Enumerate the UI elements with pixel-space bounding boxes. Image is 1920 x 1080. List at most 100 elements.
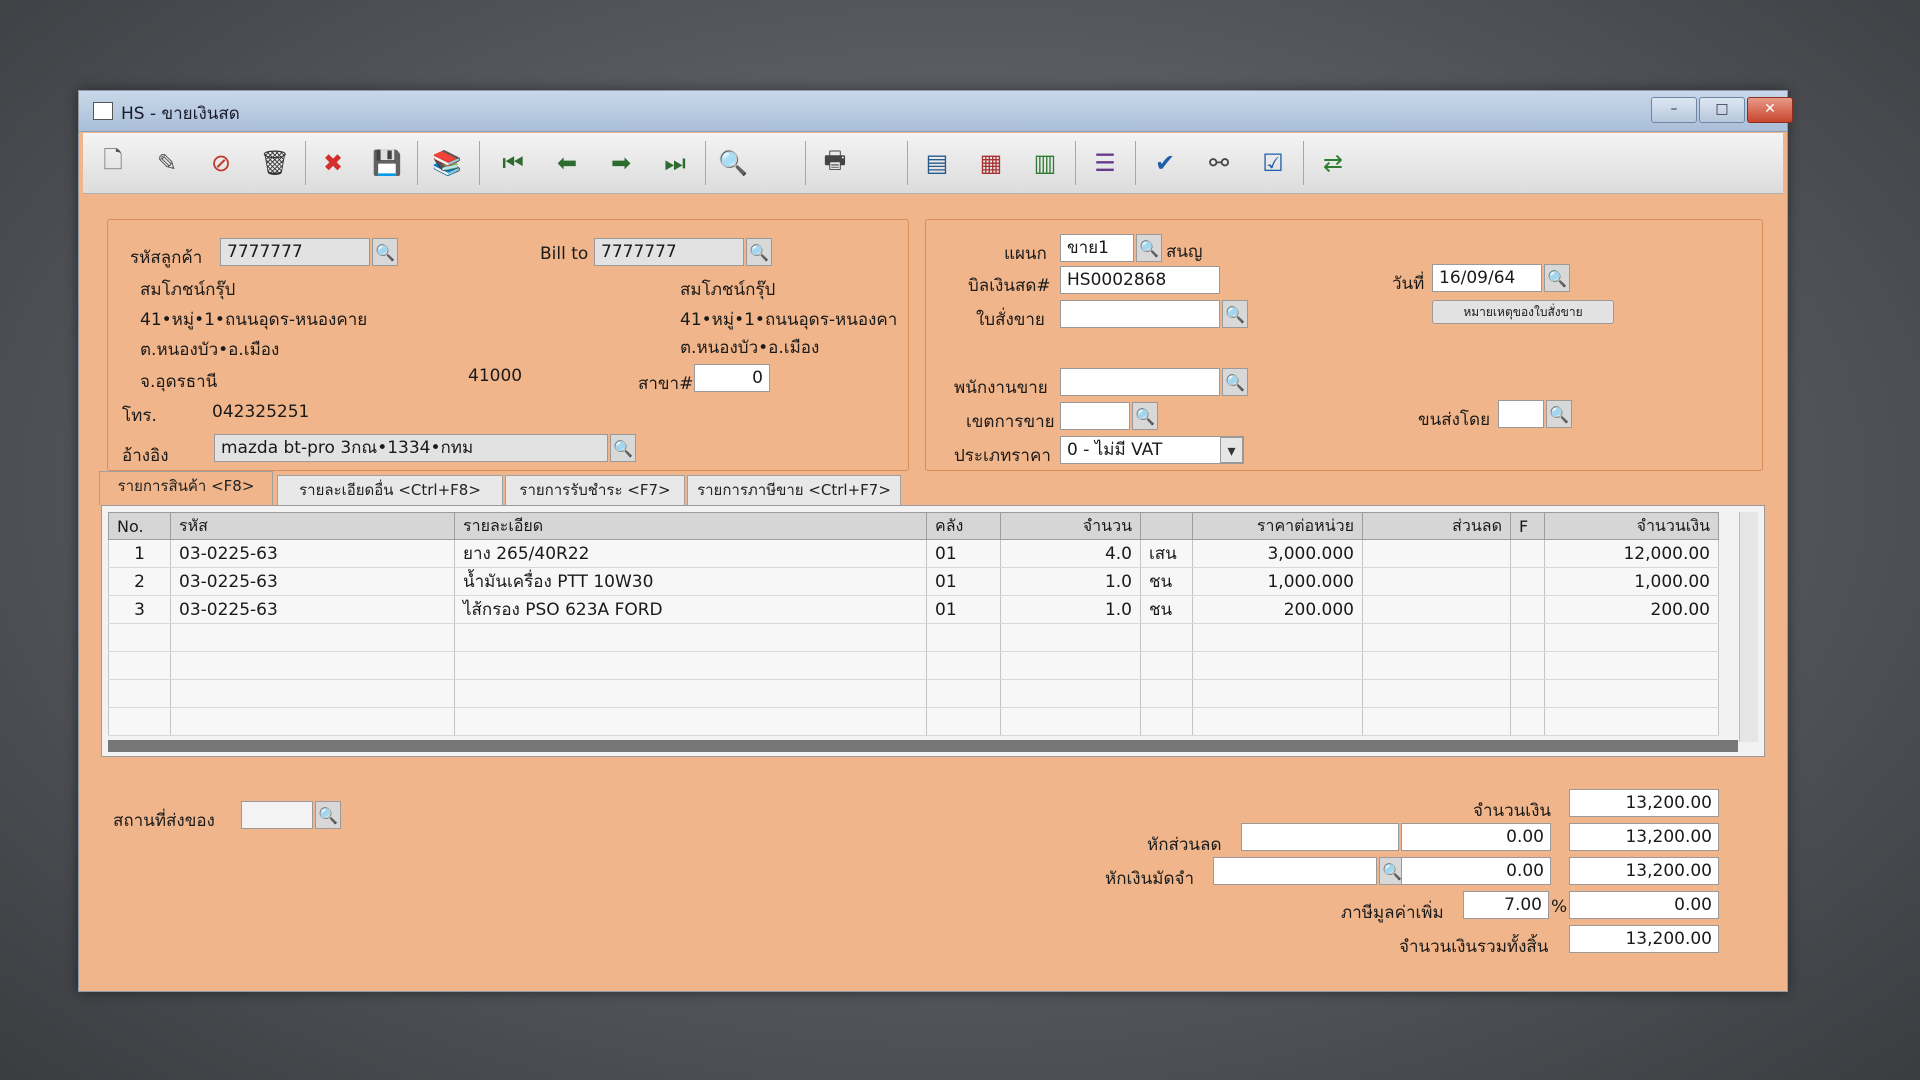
row-quantity[interactable]: 4.0 <box>1000 539 1141 568</box>
row-unit-price[interactable]: 1,000.000 <box>1192 567 1363 596</box>
first-record-icon[interactable]: ⏮ <box>493 143 533 183</box>
table-row[interactable]: 1 03-0225-63 ยาง 265/40R22 01 4.0 เสน 3,… <box>108 539 1719 568</box>
column-header-description[interactable]: รายละเอียด <box>454 512 927 540</box>
edit-icon[interactable]: ✎ <box>147 143 187 183</box>
date-picker-icon[interactable]: 🔍 <box>1544 264 1570 292</box>
department-search-icon[interactable]: 🔍 <box>1136 234 1162 262</box>
next-record-icon[interactable]: ➡ <box>601 143 641 183</box>
empty-row[interactable] <box>108 623 1719 652</box>
row-warehouse[interactable]: 01 <box>926 539 1001 568</box>
salesperson-field[interactable] <box>1060 368 1220 396</box>
ok-icon[interactable]: ☑ <box>1253 143 1293 183</box>
discount-amount-field[interactable]: 0.00 <box>1401 823 1551 851</box>
column-header-no[interactable]: No. <box>108 512 171 540</box>
row-description[interactable]: ยาง 265/40R22 <box>454 539 927 568</box>
delivery-place-search-icon[interactable]: 🔍 <box>315 801 341 829</box>
report-icon[interactable]: ☰ <box>1085 143 1125 183</box>
save-icon[interactable]: 💾 <box>367 143 407 183</box>
previous-record-icon[interactable]: ⬅ <box>547 143 587 183</box>
row-warehouse[interactable]: 01 <box>926 567 1001 596</box>
empty-row[interactable] <box>108 679 1719 708</box>
screen-icon[interactable]: ▤ <box>917 143 957 183</box>
row-description[interactable]: ไส้กรอง PSO 623A FORD <box>454 595 927 624</box>
column-header-unit-price[interactable]: ราคาต่อหน่วย <box>1192 512 1363 540</box>
chart-icon[interactable]: ▥ <box>1025 143 1065 183</box>
row-discount[interactable] <box>1362 539 1511 568</box>
link-icon[interactable]: ⚯ <box>1199 143 1239 183</box>
column-header-discount[interactable]: ส่วนลด <box>1362 512 1511 540</box>
grid-vertical-scrollbar[interactable] <box>1739 512 1758 742</box>
trash-icon[interactable]: 🗑 <box>255 143 295 183</box>
print-icon[interactable]: 🖶 <box>815 143 855 183</box>
order-note-button[interactable]: หมายเหตุของใบสั่งขาย <box>1432 300 1614 324</box>
new-document-icon[interactable]: 🗋 <box>93 143 133 183</box>
customer-code-field[interactable]: 7777777 <box>220 238 370 266</box>
column-header-warehouse[interactable]: คลัง <box>926 512 1001 540</box>
tab-items[interactable]: รายการสินค้า <F8> <box>99 471 273 505</box>
ship-by-search-icon[interactable]: 🔍 <box>1546 400 1572 428</box>
minimize-button[interactable]: – <box>1651 97 1697 123</box>
sales-area-field[interactable] <box>1060 402 1130 430</box>
bill-number-field[interactable]: HS0002868 <box>1060 266 1220 294</box>
branch-field[interactable]: 0 <box>694 364 770 392</box>
last-record-icon[interactable]: ⏭ <box>655 143 695 183</box>
row-discount[interactable] <box>1362 567 1511 596</box>
empty-row[interactable] <box>108 707 1719 736</box>
empty-row[interactable] <box>108 651 1719 680</box>
row-f[interactable] <box>1510 539 1545 568</box>
row-quantity[interactable]: 1.0 <box>1000 595 1141 624</box>
ship-by-field[interactable] <box>1498 400 1544 428</box>
column-header-quantity[interactable]: จำนวน <box>1000 512 1141 540</box>
deposit-text-field[interactable] <box>1213 857 1377 885</box>
close-button[interactable]: ✕ <box>1747 97 1793 123</box>
sales-order-field[interactable] <box>1060 300 1220 328</box>
column-header-code[interactable]: รหัส <box>170 512 455 540</box>
transfer-icon[interactable]: ⇄ <box>1313 143 1353 183</box>
bill-to-field[interactable]: 7777777 <box>594 238 744 266</box>
date-field[interactable]: 16/09/64 <box>1432 264 1542 292</box>
bill-to-search-icon[interactable]: 🔍 <box>746 238 772 266</box>
table-row[interactable]: 2 03-0225-63 น้ำมันเครื่อง PTT 10W30 01 … <box>108 567 1719 596</box>
cancel-icon[interactable]: ✖ <box>313 143 353 183</box>
row-code[interactable]: 03-0225-63 <box>170 539 455 568</box>
row-description[interactable]: น้ำมันเครื่อง PTT 10W30 <box>454 567 927 596</box>
row-f[interactable] <box>1510 595 1545 624</box>
approve-icon[interactable]: ✔ <box>1145 143 1185 183</box>
price-type-select[interactable]: 0 - ไม่มี VAT <box>1060 436 1244 464</box>
column-header-unit[interactable] <box>1140 512 1193 540</box>
table-row[interactable]: 3 03-0225-63 ไส้กรอง PSO 623A FORD 01 1.… <box>108 595 1719 624</box>
row-warehouse[interactable]: 01 <box>926 595 1001 624</box>
row-unit-price[interactable]: 200.000 <box>1192 595 1363 624</box>
row-f[interactable] <box>1510 567 1545 596</box>
row-discount[interactable] <box>1362 595 1511 624</box>
copy-icon[interactable]: 📚 <box>427 143 467 183</box>
tab-sales-tax[interactable]: รายการภาษีขาย <Ctrl+F7> <box>687 475 901 505</box>
deposit-amount-field[interactable]: 0.00 <box>1401 857 1551 885</box>
tab-payments[interactable]: รายการรับชำระ <F7> <box>505 475 685 505</box>
void-icon[interactable]: ⊘ <box>201 143 241 183</box>
row-code[interactable]: 03-0225-63 <box>170 595 455 624</box>
reference-field[interactable]: mazda bt-pro 3กณ•1334•กทม <box>214 434 608 462</box>
tab-other-details[interactable]: รายละเอียดอื่น <Ctrl+F8> <box>277 475 503 505</box>
search-icon[interactable]: 🔍 <box>713 143 753 183</box>
title-bar[interactable]: HS - ขายเงินสด – □ ✕ <box>79 91 1793 132</box>
form-icon[interactable]: ▦ <box>971 143 1011 183</box>
row-code[interactable]: 03-0225-63 <box>170 567 455 596</box>
row-quantity[interactable]: 1.0 <box>1000 567 1141 596</box>
maximize-button[interactable]: □ <box>1699 97 1745 123</box>
discount-text-field[interactable] <box>1241 823 1399 851</box>
department-field[interactable]: ขาย1 <box>1060 234 1134 262</box>
sales-order-search-icon[interactable]: 🔍 <box>1222 300 1248 328</box>
grid-horizontal-scrollbar[interactable] <box>108 740 1738 752</box>
vat-rate-field[interactable]: 7.00 <box>1463 891 1549 919</box>
column-header-f[interactable]: F <box>1510 512 1545 540</box>
salesperson-search-icon[interactable]: 🔍 <box>1222 368 1248 396</box>
chevron-down-icon[interactable]: ▾ <box>1220 437 1243 463</box>
column-header-amount[interactable]: จำนวนเงิน <box>1544 512 1719 540</box>
row-unit-price[interactable]: 3,000.000 <box>1192 539 1363 568</box>
reference-search-icon[interactable]: 🔍 <box>610 434 636 462</box>
sales-area-search-icon[interactable]: 🔍 <box>1132 402 1158 430</box>
delivery-place-field[interactable] <box>241 801 313 829</box>
customer-search-icon[interactable]: 🔍 <box>372 238 398 266</box>
bill-to-label: Bill to <box>540 244 589 264</box>
